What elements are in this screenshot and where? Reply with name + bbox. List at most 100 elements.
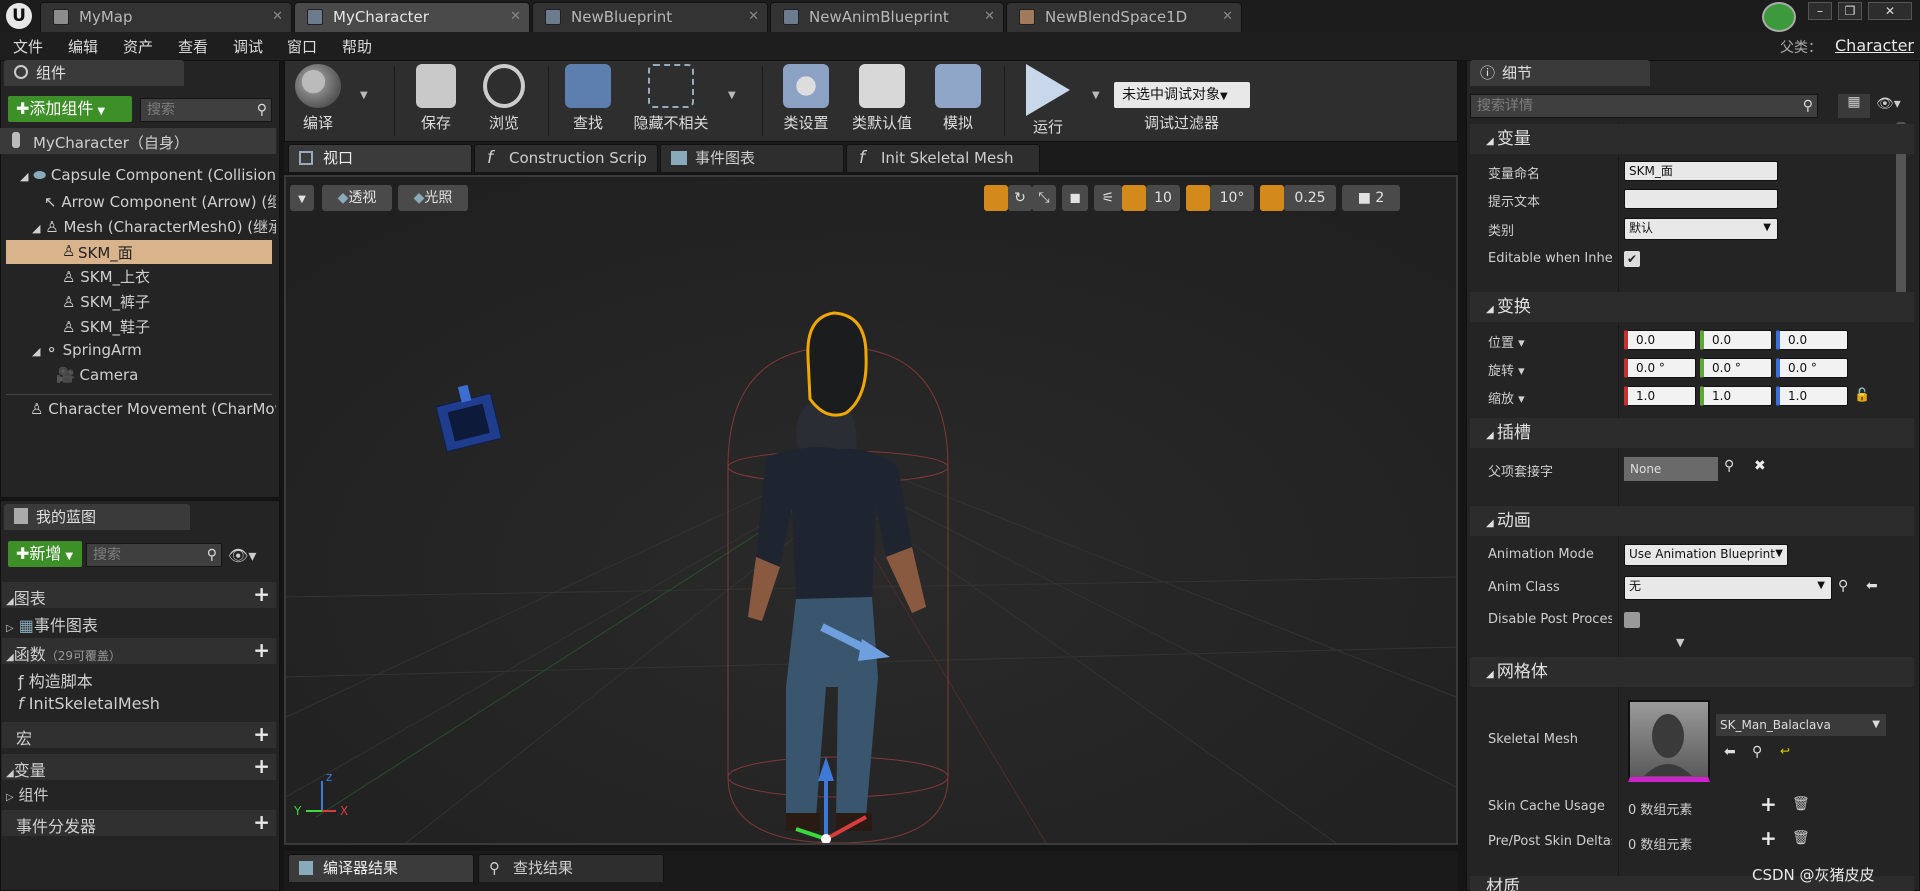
- event-graph-item[interactable]: ▷ ▦事件图表: [6, 612, 276, 636]
- chevron-down-icon[interactable]: ▼: [1092, 90, 1100, 101]
- category-select[interactable]: 默认 ▼: [1624, 218, 1778, 240]
- variables-section[interactable]: ◢变量 +: [2, 754, 276, 780]
- menu-edit[interactable]: 编辑: [68, 36, 98, 57]
- tree-item[interactable]: ♙ SKM_鞋子: [62, 316, 276, 337]
- tab-compiler-results[interactable]: 编译器结果: [288, 854, 474, 882]
- location-label[interactable]: 位置 ▾: [1488, 332, 1525, 351]
- scale-x-input[interactable]: 1.0: [1624, 386, 1696, 406]
- tree-item[interactable]: ♙ SKM_裤子: [62, 291, 276, 312]
- scale-label[interactable]: 缩放 ▾: [1488, 388, 1525, 407]
- add-variable-icon[interactable]: +: [253, 754, 270, 778]
- close-icon[interactable]: ✕: [1222, 3, 1233, 31]
- rotation-x-input[interactable]: 0.0 °: [1624, 358, 1696, 378]
- section-variable[interactable]: ◢ 变量: [1470, 124, 1914, 154]
- scale-z-input[interactable]: 1.0: [1776, 386, 1848, 406]
- tab-init-skeletal-mesh[interactable]: f Init Skeletal Mesh: [846, 144, 1040, 172]
- close-icon[interactable]: ✕: [748, 3, 759, 31]
- search-icon[interactable]: ⚲: [1838, 578, 1848, 594]
- details-tab[interactable]: ⓘ 细节: [1470, 60, 1650, 86]
- add-component-button[interactable]: ✚添加组件 ▼: [8, 96, 132, 122]
- menu-window[interactable]: 窗口: [287, 36, 317, 57]
- expand-advanced-icon[interactable]: ▼: [1676, 636, 1684, 649]
- location-y-input[interactable]: 0.0: [1700, 330, 1772, 350]
- eye-icon[interactable]: 👁▾: [1876, 96, 1901, 112]
- trash-icon[interactable]: 🗑: [1792, 796, 1810, 812]
- search-icon[interactable]: ⚲: [1752, 744, 1762, 760]
- location-z-input[interactable]: 0.0: [1776, 330, 1848, 350]
- use-selected-arrow-icon[interactable]: ⬅: [1866, 578, 1878, 594]
- function-item[interactable]: ƒ 构造脚本: [18, 668, 276, 692]
- tab-construction-script[interactable]: f Construction Scrip: [474, 144, 658, 172]
- graphs-section[interactable]: ◢图表 +: [2, 582, 276, 608]
- tree-item[interactable]: ♙ SKM_上衣: [62, 266, 276, 287]
- parent-class-link[interactable]: Character: [1835, 36, 1914, 55]
- simulate-button[interactable]: 模拟: [920, 64, 996, 133]
- add-element-icon[interactable]: +: [1760, 792, 1777, 816]
- tree-item[interactable]: ◢ ⚬ SpringArm: [32, 341, 276, 359]
- viewport-3d[interactable]: z Y X ▼ ◆透视 ◆光照 ↻ ⤡ ◼ ⚟ 10 10° 0.25 ■ 2: [284, 175, 1458, 845]
- unreal-logo-icon[interactable]: U: [6, 3, 32, 29]
- rotation-label[interactable]: 旋转 ▾: [1488, 360, 1525, 379]
- hide-unrelated-button[interactable]: 隐藏不相关: [626, 64, 716, 133]
- trash-icon[interactable]: 🗑: [1792, 830, 1810, 846]
- browse-button[interactable]: 浏览: [466, 64, 542, 133]
- marketplace-icon[interactable]: [1762, 2, 1796, 32]
- viewport-options-button[interactable]: ▼: [290, 185, 314, 211]
- lit-button[interactable]: ◆光照: [398, 185, 468, 211]
- grid-snap-icon[interactable]: [1122, 185, 1146, 211]
- disable-post-checkbox[interactable]: [1624, 612, 1640, 628]
- surface-snap-icon[interactable]: ⚟: [1094, 185, 1122, 211]
- chevron-down-icon[interactable]: ▼: [728, 90, 736, 101]
- minimize-icon[interactable]: –: [1808, 2, 1832, 20]
- doc-tab-newblendspace1d[interactable]: NewBlendSpace1D ✕: [1006, 2, 1242, 32]
- property-matrix-icon[interactable]: ▦: [1838, 94, 1870, 118]
- doc-tab-newblueprint[interactable]: NewBlueprint ✕: [532, 2, 768, 32]
- components-search-input[interactable]: 搜索 ⚲: [140, 98, 272, 122]
- rotation-z-input[interactable]: 0.0 °: [1776, 358, 1848, 378]
- anim-mode-select[interactable]: Use Animation Blueprint ▼: [1624, 544, 1788, 566]
- tooltip-input[interactable]: [1624, 189, 1778, 209]
- class-settings-button[interactable]: 类设置: [768, 64, 844, 133]
- close-icon[interactable]: ✕: [272, 3, 283, 31]
- run-button[interactable]: 运行: [1010, 64, 1086, 137]
- rotation-y-input[interactable]: 0.0 °: [1700, 358, 1772, 378]
- grid-size-button[interactable]: 10: [1146, 185, 1180, 211]
- new-button[interactable]: ✚新增 ▼: [8, 541, 82, 567]
- scale-mode-icon[interactable]: ⤡: [1032, 185, 1056, 211]
- close-icon[interactable]: ✕: [510, 3, 521, 31]
- add-graph-icon[interactable]: +: [253, 582, 270, 606]
- doc-tab-mymap[interactable]: MyMap ✕: [40, 2, 292, 32]
- tab-event-graph[interactable]: 事件图表: [660, 144, 844, 172]
- add-function-icon[interactable]: +: [253, 638, 270, 662]
- scale-snap-button[interactable]: 0.25: [1284, 185, 1336, 211]
- reset-icon[interactable]: ↩: [1780, 744, 1790, 758]
- clear-icon[interactable]: ✖: [1754, 458, 1766, 474]
- components-var-item[interactable]: ▷ 组件: [6, 784, 276, 805]
- scale-y-input[interactable]: 1.0: [1700, 386, 1772, 406]
- functions-section[interactable]: ◢函数（29可覆盖） +: [2, 638, 276, 664]
- camera-speed-button[interactable]: ■ 2: [1342, 185, 1400, 211]
- close-icon[interactable]: ✕: [984, 3, 995, 31]
- doc-tab-newanimblueprint[interactable]: NewAnimBlueprint ✕: [770, 2, 1004, 32]
- var-name-input[interactable]: SKM_面: [1624, 161, 1778, 181]
- location-x-input[interactable]: 0.0: [1624, 330, 1696, 350]
- rotation-snap-button[interactable]: 10°: [1210, 185, 1254, 211]
- compile-button[interactable]: 编译: [280, 64, 356, 133]
- section-mesh[interactable]: ◢ 网格体: [1470, 657, 1914, 687]
- parent-socket-field[interactable]: None: [1624, 457, 1718, 481]
- find-button[interactable]: 查找: [550, 64, 626, 133]
- add-dispatcher-icon[interactable]: +: [253, 810, 270, 834]
- menu-debug[interactable]: 调试: [233, 36, 263, 57]
- chevron-down-icon[interactable]: ▼: [360, 90, 368, 101]
- details-search-input[interactable]: 搜索详情 ⚲: [1470, 94, 1818, 118]
- perspective-button[interactable]: ◆透视: [322, 185, 392, 211]
- menu-file[interactable]: 文件: [13, 36, 43, 57]
- lock-icon[interactable]: 🔓: [1854, 388, 1870, 403]
- add-macro-icon[interactable]: +: [253, 722, 270, 746]
- section-animation[interactable]: ◢ 动画: [1470, 506, 1914, 536]
- skeletal-mesh-thumbnail[interactable]: [1628, 700, 1710, 782]
- maximize-icon[interactable]: ❐: [1838, 2, 1862, 20]
- menu-view[interactable]: 查看: [178, 36, 208, 57]
- save-button[interactable]: 保存: [398, 64, 474, 133]
- tree-item[interactable]: ◢ ⬬ Capsule Component (CollisionC: [20, 166, 276, 184]
